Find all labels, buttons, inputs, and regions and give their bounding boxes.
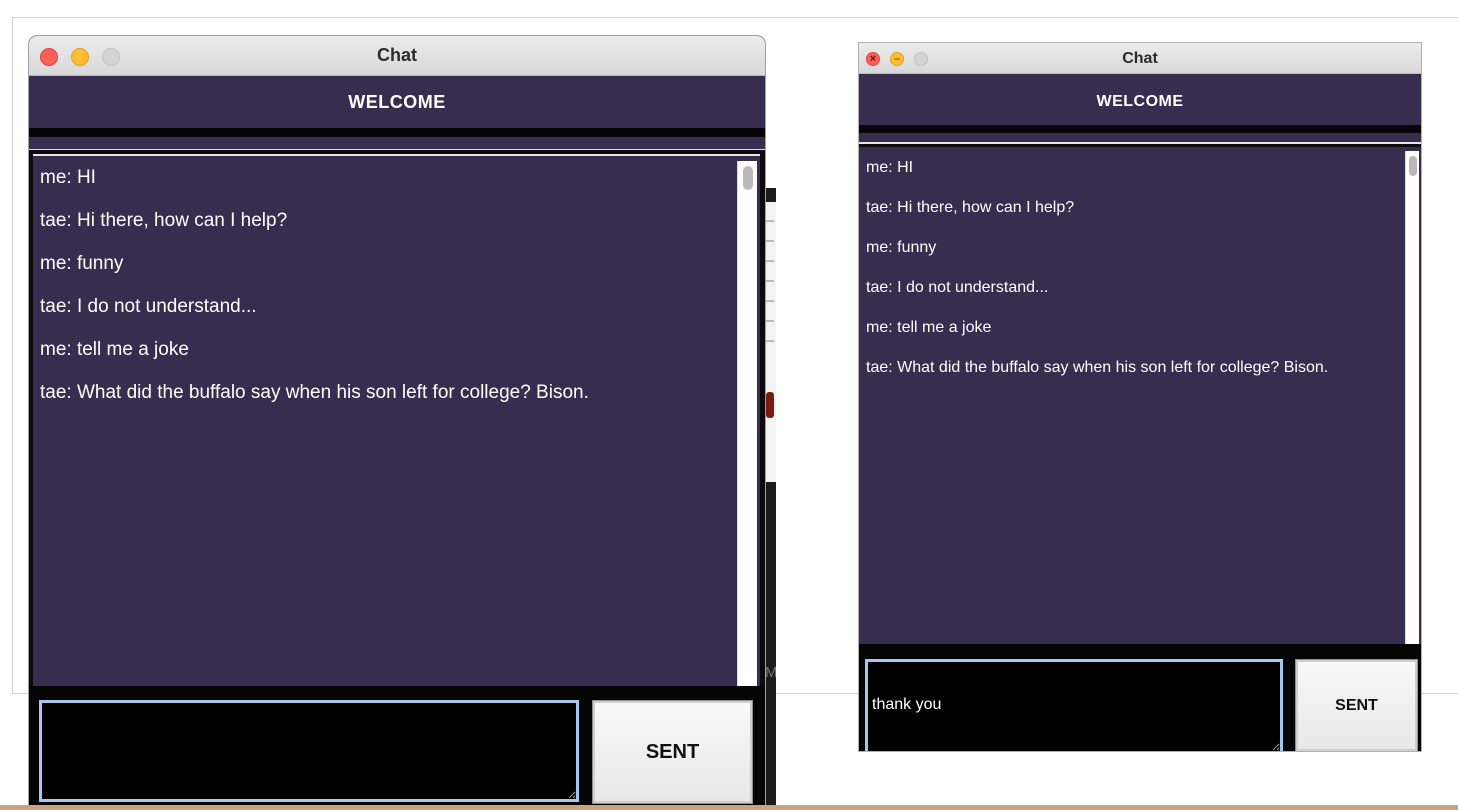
header-divider [29,128,765,137]
title-bar[interactable]: Chat [29,36,765,76]
chat-message: me: HI [866,159,914,176]
background-glyph [766,392,774,418]
chat-message: tae: I do not understand... [40,296,257,317]
scrollbar[interactable] [737,161,757,687]
header-spacer [859,133,1421,144]
chat-message: me: HI [40,167,96,188]
background-text-fragment: M [765,664,776,681]
title-bar[interactable]: × – Chat [859,43,1421,74]
send-button[interactable]: SENT [1295,659,1418,751]
chat-log[interactable]: me: HI tae: Hi there, how can I help? me… [859,147,1421,644]
scrollbar[interactable] [1405,151,1419,644]
chat-message: me: tell me a joke [40,339,189,360]
scrollbar-thumb[interactable] [743,166,753,190]
chat-message: tae: What did the buffalo say when his s… [866,359,1329,376]
message-input[interactable]: thank you [865,659,1283,751]
chat-log[interactable]: me: HI tae: Hi there, how can I help? me… [33,154,760,688]
chat-message: me: tell me a joke [866,319,992,336]
chat-window-right: × – Chat WELCOME me: HI tae: Hi there, h… [859,43,1421,751]
header-divider [859,125,1421,133]
header-spacer [29,137,765,150]
chat-message: me: funny [866,239,937,256]
message-input[interactable] [39,700,579,802]
window-title: Chat [1122,50,1158,67]
chat-message: tae: Hi there, how can I help? [40,210,288,231]
message-list: me: HI tae: Hi there, how can I help? me… [33,156,760,414]
chat-message: me: funny [40,253,124,274]
window-title: Chat [377,45,417,65]
bottom-edge [0,805,1458,810]
welcome-header: WELCOME [859,74,1421,125]
send-button[interactable]: SENT [592,700,753,804]
chat-message: tae: Hi there, how can I help? [866,199,1075,216]
scrollbar-thumb[interactable] [1409,156,1417,176]
input-bar: SENT [29,686,765,806]
message-list: me: HI tae: Hi there, how can I help? me… [859,147,1421,388]
chat-message: tae: What did the buffalo say when his s… [40,382,589,403]
chat-message: tae: I do not understand... [866,279,1049,296]
input-bar: thank you SENT [859,644,1421,751]
chat-window-left: Chat WELCOME me: HI tae: Hi there, how c… [29,36,765,806]
welcome-header: WELCOME [29,76,765,128]
